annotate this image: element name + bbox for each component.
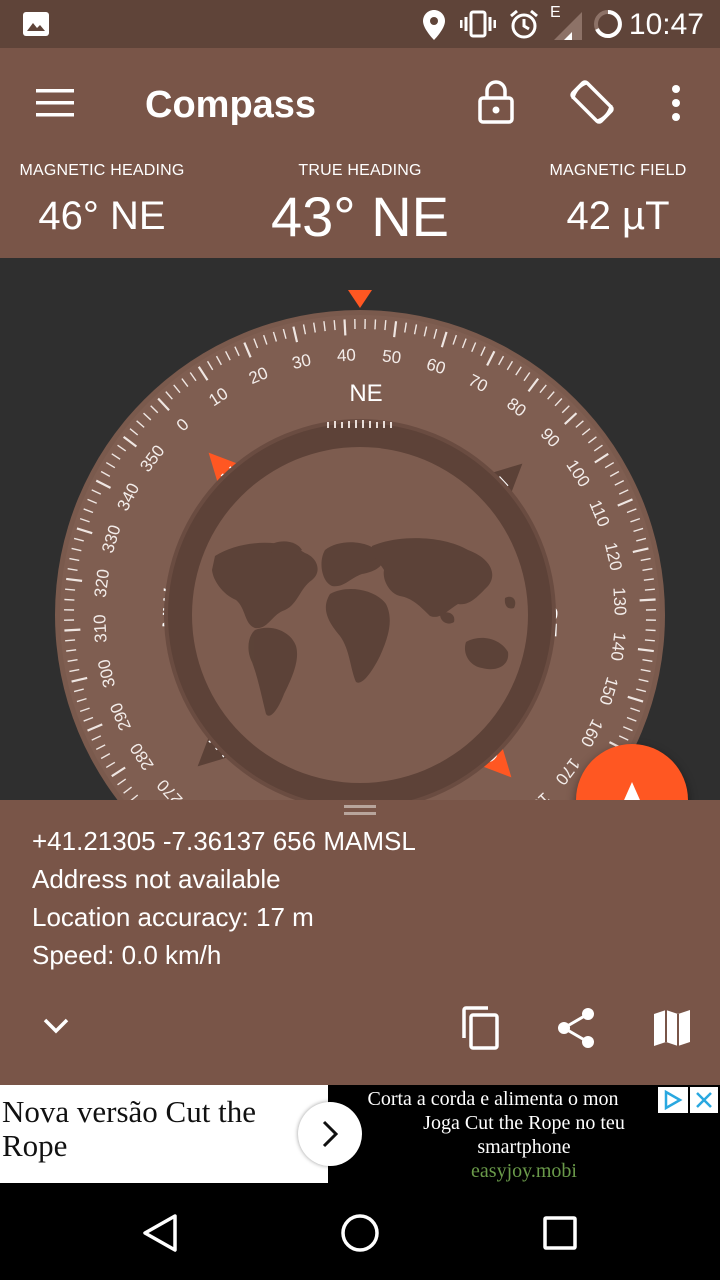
- drag-handle[interactable]: [344, 804, 376, 816]
- ad-open-button[interactable]: [298, 1102, 362, 1166]
- app-title: Compass: [145, 84, 317, 126]
- recents-icon[interactable]: [530, 1203, 590, 1263]
- battery-charging-icon: [592, 8, 624, 45]
- alarm-icon: [508, 8, 540, 45]
- accuracy-text: Location accuracy: 17 m: [32, 902, 314, 932]
- compass-dial[interactable]: 0102030 40 50 60708090100110120130140150160…: [0, 258, 720, 800]
- heading-marker-icon: [348, 290, 372, 308]
- dial-tick: [384, 320, 387, 331]
- ad-line-3: smartphone: [477, 1136, 571, 1158]
- dial-tick: [64, 628, 81, 632]
- dial-degree-label: 130: [609, 587, 629, 616]
- chevron-right-icon: [322, 1120, 339, 1148]
- menu-icon[interactable]: [28, 78, 84, 128]
- dial-degree-label: 40: [336, 345, 356, 365]
- dial-degree-label: 50: [381, 346, 402, 367]
- dial-tick: [639, 598, 656, 602]
- dial-tick: [333, 320, 336, 331]
- status-time: 10:47: [628, 8, 704, 41]
- location-icon: [423, 10, 445, 45]
- back-icon[interactable]: [130, 1203, 190, 1263]
- magnetic-heading-label: MAGNETIC HEADING: [19, 162, 185, 179]
- vibrate-icon: [459, 10, 497, 43]
- copy-icon[interactable]: [456, 1004, 504, 1052]
- network-type-label: E: [550, 4, 561, 21]
- ad-line-1: Corta a corda e alimenta o mon: [367, 1088, 619, 1110]
- dial-tick: [64, 598, 75, 601]
- ad-line-2: Joga Cut the Rope no teu: [423, 1112, 625, 1134]
- dial-degree-label: 140: [607, 631, 629, 661]
- dial-degree-label: 320: [91, 568, 113, 598]
- magnetic-field-value: 42 µT: [566, 194, 670, 238]
- screen-rotation-icon[interactable]: [564, 74, 620, 130]
- location-panel: +41.21305 -7.36137 656 MAMSL Address not…: [0, 800, 720, 1085]
- speed-text: Speed: 0.0 km/h: [32, 940, 222, 970]
- dial-tick: [645, 629, 656, 632]
- ad-close-icon[interactable]: [690, 1087, 718, 1113]
- more-options-icon[interactable]: [660, 78, 692, 128]
- dial-tick: [343, 319, 347, 336]
- coordinates-text: +41.21305 -7.36137 656 MAMSL: [32, 826, 416, 856]
- gallery-notification-icon: [22, 11, 50, 42]
- system-nav-bar: [0, 1183, 720, 1280]
- compass-area: 0 10 20 30 40 50 60 70 80 90 100 110 120 130 140 150 160…: [0, 258, 720, 800]
- map-icon[interactable]: [648, 1004, 696, 1052]
- app-bar: Compass MAGNETIC HEADING 46° NE TRUE HEA…: [0, 48, 720, 258]
- compass-heading-text: NE: [349, 380, 382, 407]
- adchoices-icon[interactable]: [658, 1087, 688, 1113]
- expand-chevron-icon[interactable]: [36, 1006, 76, 1046]
- magnetic-field-label: MAGNETIC FIELD: [549, 162, 687, 179]
- dial-degree-label: 310: [90, 614, 110, 643]
- dial-tick: [374, 319, 377, 330]
- ad-banner[interactable]: Nova versão Cut the Rope Corta a corda e…: [0, 1085, 720, 1183]
- true-heading-label: TRUE HEADING: [298, 162, 422, 179]
- dial-tick: [644, 639, 655, 642]
- status-bar: E 10:47: [0, 0, 720, 48]
- ad-headline[interactable]: Nova versão Cut the Rope: [2, 1095, 302, 1163]
- dial-tick: [65, 639, 76, 642]
- dial-tick: [644, 588, 655, 591]
- home-icon[interactable]: [330, 1203, 390, 1263]
- dial-tick: [65, 588, 76, 591]
- true-heading-value: 43° NE: [270, 185, 450, 248]
- address-text: Address not available: [32, 864, 281, 894]
- magnetic-heading-value: 46° NE: [38, 194, 166, 238]
- share-icon[interactable]: [552, 1004, 600, 1052]
- magnetic-field: MAGNETIC FIELD 42 µT: [530, 162, 706, 239]
- true-heading: TRUE HEADING 43° NE: [240, 162, 480, 249]
- lock-icon[interactable]: [470, 76, 522, 128]
- magnetic-heading: MAGNETIC HEADING 46° NE: [12, 162, 192, 239]
- ad-domain: easyjoy.mobi: [471, 1160, 577, 1182]
